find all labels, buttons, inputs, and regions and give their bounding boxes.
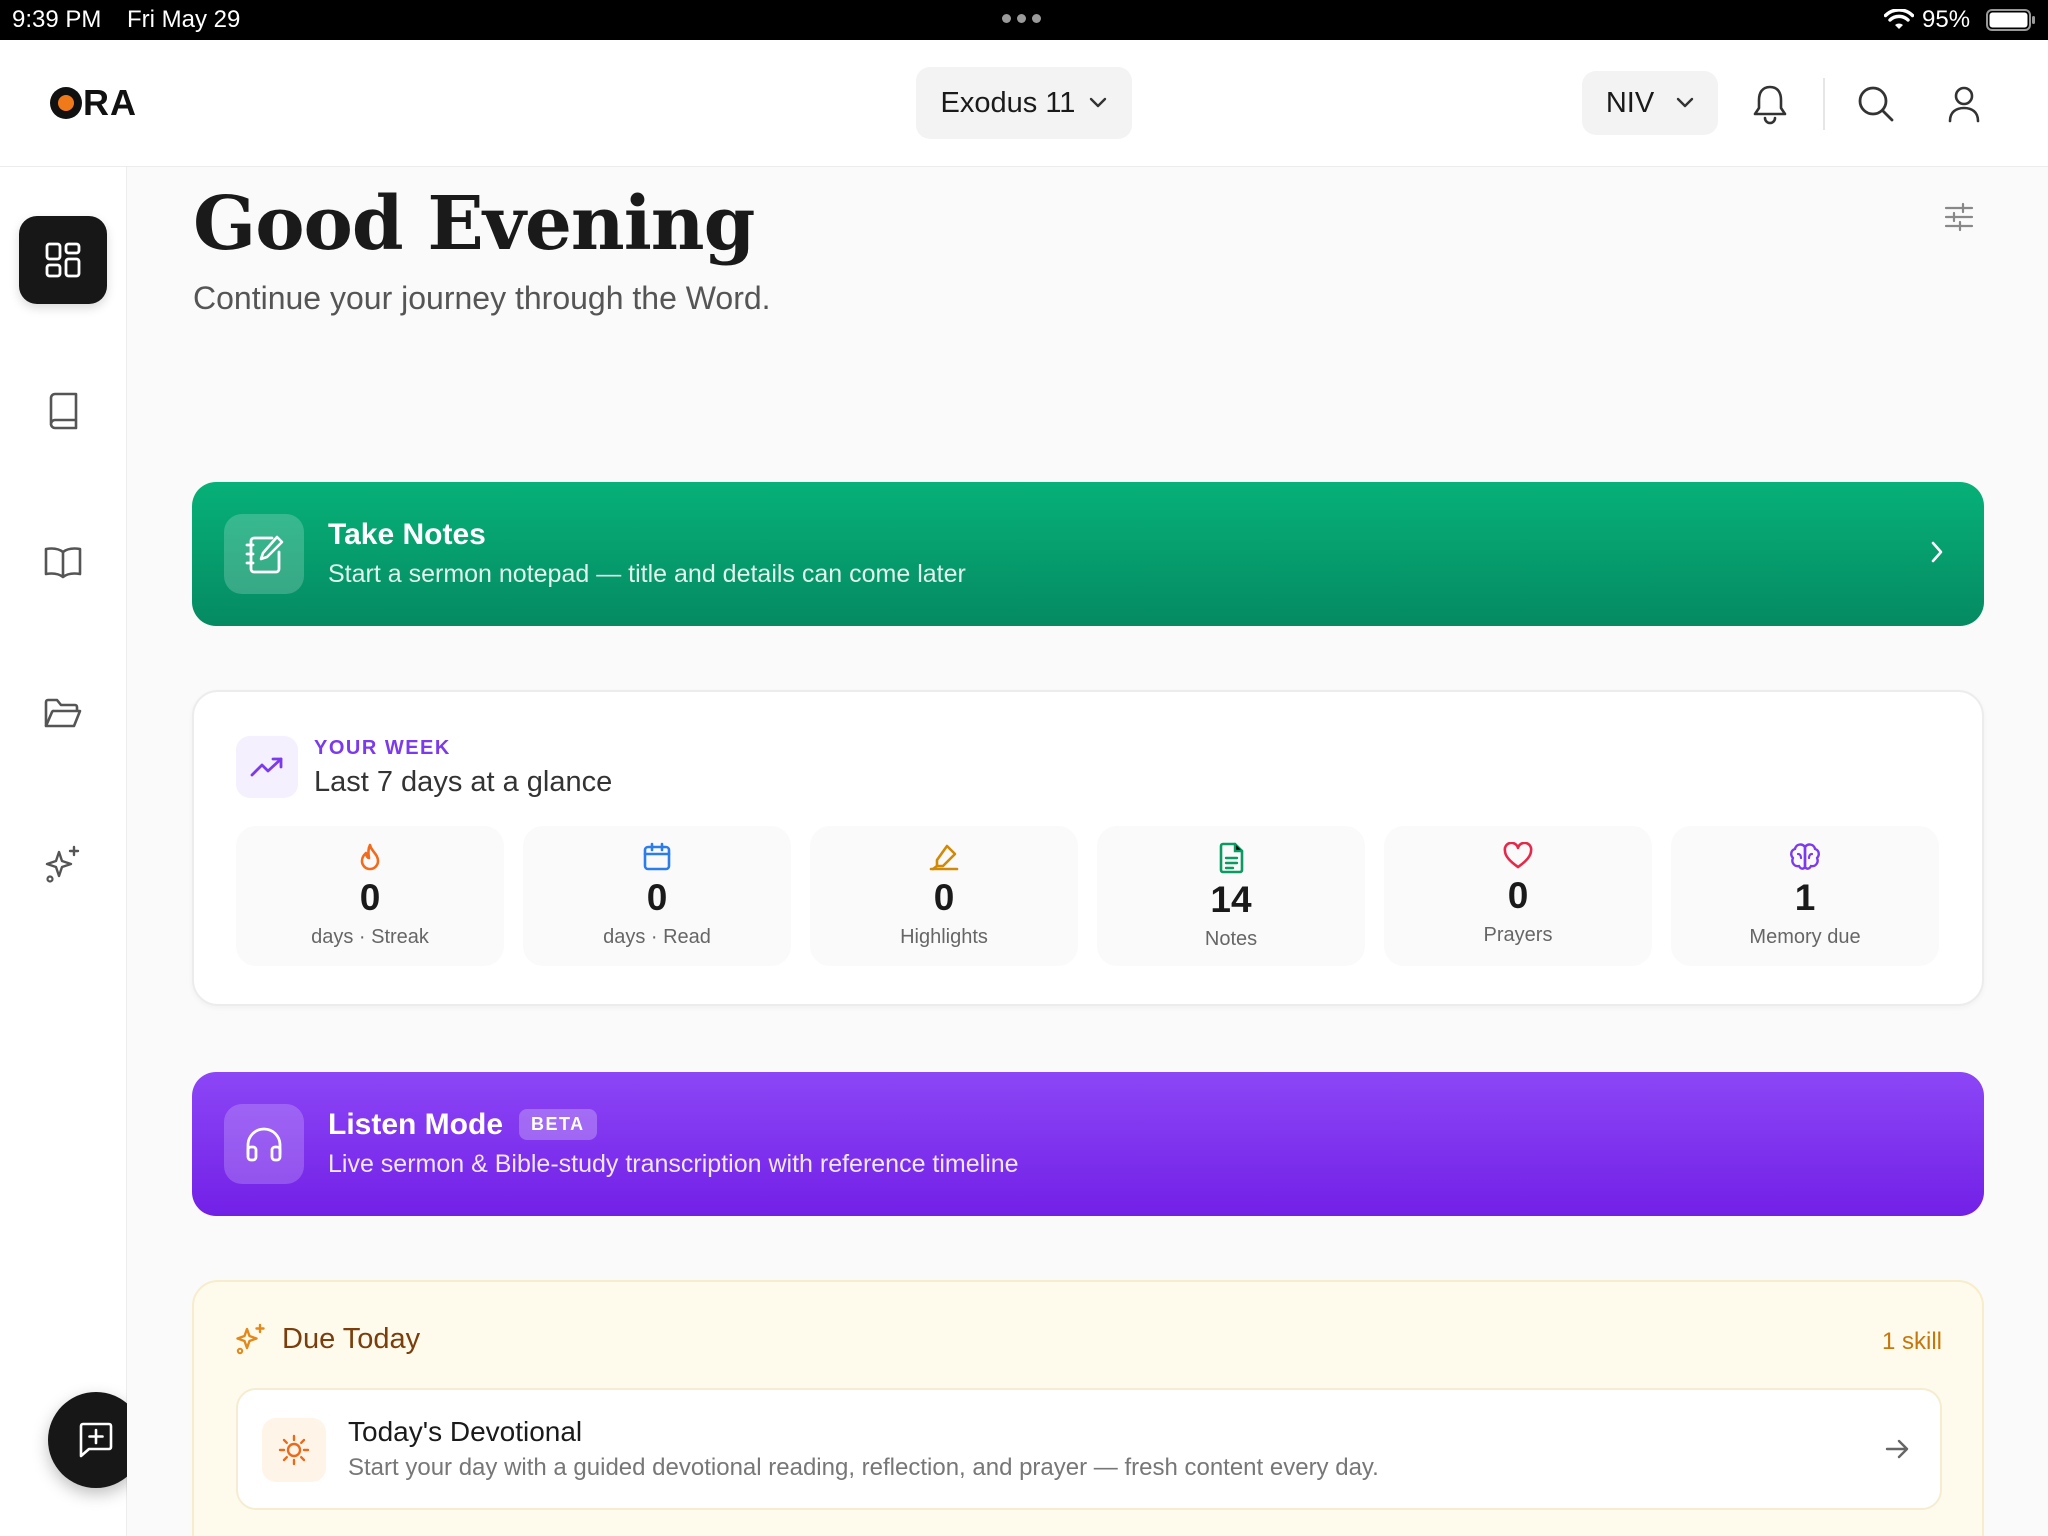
task-devotional[interactable]: Today's Devotional Start your day with a… <box>236 1388 1942 1510</box>
logo-text: RA <box>83 82 137 123</box>
take-notes-title: Take Notes <box>328 518 486 551</box>
your-week-kicker: YOUR WEEK <box>314 737 451 759</box>
chevron-down-icon <box>1089 97 1107 109</box>
take-notes-banner[interactable]: Take Notes Start a sermon notepad — titl… <box>192 482 1984 626</box>
due-today-header: Due Today <box>234 1322 420 1356</box>
notepad-pen-icon <box>224 514 304 594</box>
stat-label: days · Read <box>603 926 711 948</box>
sun-icon <box>262 1418 326 1482</box>
highlighter-icon <box>928 842 960 872</box>
your-week-card: YOUR WEEK Last 7 days at a glance 0 days… <box>192 690 1984 1006</box>
stat-label: Notes <box>1204 928 1258 950</box>
your-week-title: Last 7 days at a glance <box>314 766 613 798</box>
listen-mode-banner[interactable]: Listen Mode BETA Live sermon & Bible-stud… <box>192 1072 1984 1216</box>
stat-value: 0 <box>646 877 668 918</box>
stat-label: days · Streak <box>311 926 429 948</box>
multitasking-dots[interactable] <box>1002 14 1041 23</box>
take-notes-subtitle: Start a sermon notepad — title and detai… <box>328 560 966 588</box>
headphones-icon <box>224 1104 304 1184</box>
document-icon <box>1217 842 1245 874</box>
listen-mode-subtitle: Live sermon & Bible-study transcription … <box>328 1150 1019 1178</box>
sidebar-item-ai[interactable] <box>19 821 107 909</box>
due-today-count: 1 skill <box>1881 1328 1942 1355</box>
sparkles-icon <box>234 1322 268 1356</box>
stat-label: Highlights <box>900 926 988 948</box>
chevron-down-icon <box>1676 97 1694 109</box>
stat-value: 1 <box>1794 877 1816 918</box>
sidebar <box>0 167 127 1536</box>
chevron-right-icon <box>1928 538 1946 566</box>
task-description: Start your day with a guided devotional … <box>348 1454 1379 1481</box>
stat-label: Prayers <box>1483 924 1553 946</box>
search-icon[interactable] <box>1855 83 1897 125</box>
battery-icon <box>1986 9 2036 31</box>
beta-badge: BETA <box>519 1109 597 1140</box>
greeting-subtitle: Continue your journey through the Word. <box>193 280 771 316</box>
main-content: Good Evening Continue your journey throu… <box>127 167 2048 1536</box>
profile-icon[interactable] <box>1944 83 1984 125</box>
trending-up-icon <box>236 736 298 798</box>
message-plus-icon <box>76 1420 116 1460</box>
header-divider <box>1823 78 1825 130</box>
arrow-right-icon <box>1884 1436 1910 1462</box>
stat-read[interactable]: 0 days · Read <box>523 826 791 966</box>
week-stats: 0 days · Streak 0 days · Read 0 Highligh… <box>236 826 1939 966</box>
stat-notes[interactable]: 14 Notes <box>1097 826 1365 966</box>
listen-mode-label: Listen Mode <box>328 1108 504 1141</box>
version-label: NIV <box>1605 86 1655 119</box>
brain-icon <box>1789 842 1821 872</box>
sidebar-item-library[interactable] <box>19 670 107 758</box>
sparkles-icon <box>42 844 84 886</box>
heart-icon <box>1502 842 1534 870</box>
chapter-label: Exodus 11 <box>940 86 1076 119</box>
flame-icon <box>356 842 384 872</box>
sidebar-item-dashboard[interactable] <box>19 216 107 304</box>
chapter-selector[interactable]: Exodus 11 <box>916 67 1132 139</box>
folder-open-icon <box>43 697 83 731</box>
bell-icon[interactable] <box>1750 83 1790 125</box>
stat-value: 0 <box>933 877 955 918</box>
sliders-icon[interactable] <box>1944 202 1974 232</box>
version-selector[interactable]: NIV <box>1582 71 1718 135</box>
stat-value: 0 <box>1507 875 1529 916</box>
status-time: 9:39 PM <box>12 6 102 33</box>
greeting-title: Good Evening <box>193 181 755 267</box>
book-icon <box>45 391 81 431</box>
sidebar-item-reading[interactable] <box>19 518 107 606</box>
task-title: Today's Devotional <box>348 1416 583 1447</box>
status-date: Fri May 29 <box>127 6 241 33</box>
dashboard-icon <box>44 241 82 279</box>
stat-memory[interactable]: 1 Memory due <box>1671 826 1939 966</box>
status-bar: 9:39 PM Fri May 29 95% <box>0 0 2048 40</box>
battery-percent: 95% <box>1922 6 1971 33</box>
wifi-icon <box>1884 9 1914 31</box>
top-header: RA Exodus 11 NIV <box>0 40 2048 167</box>
stat-label: Memory due <box>1749 926 1861 948</box>
calendar-icon <box>642 842 672 872</box>
logo-ring-icon <box>50 87 82 119</box>
stat-prayers[interactable]: 0 Prayers <box>1384 826 1652 966</box>
stat-streak[interactable]: 0 days · Streak <box>236 826 504 966</box>
sidebar-item-bible[interactable] <box>19 367 107 455</box>
open-book-icon <box>43 544 83 580</box>
listen-mode-title: Listen Mode BETA <box>328 1108 597 1142</box>
stat-value: 14 <box>1210 879 1252 920</box>
due-today-card: Due Today 1 skill Today's Devotional Sta… <box>192 1280 1984 1536</box>
ora-logo[interactable]: RA <box>50 82 137 124</box>
due-today-title: Due Today <box>282 1322 421 1355</box>
stat-highlights[interactable]: 0 Highlights <box>810 826 1078 966</box>
stat-value: 0 <box>359 877 381 918</box>
